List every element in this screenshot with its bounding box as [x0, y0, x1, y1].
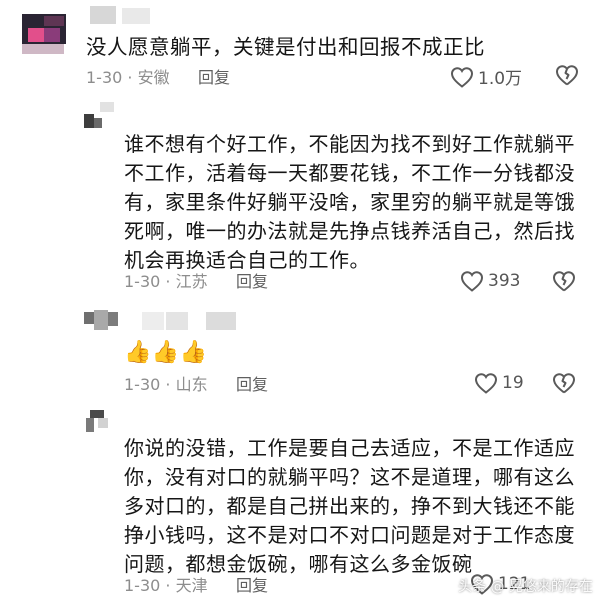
dislike-button[interactable] [555, 64, 579, 90]
reply-button[interactable]: 回复 [198, 68, 230, 88]
dislike-button[interactable] [552, 270, 576, 296]
reply-button[interactable]: 回复 [236, 272, 268, 292]
heart-icon [450, 66, 474, 88]
dislike-button[interactable] [552, 372, 576, 398]
comment-text: 没人愿意躺平，关键是付出和回报不成正比 [86, 35, 485, 59]
reply-button[interactable]: 回复 [236, 576, 268, 596]
broken-heart-icon [553, 373, 575, 394]
reply-button[interactable]: 回复 [236, 375, 268, 395]
like-button[interactable]: 1.0万 [450, 64, 522, 89]
comment-text: 👍👍👍 [124, 340, 208, 365]
like-button[interactable]: 19 [474, 372, 524, 394]
avatar[interactable] [0, 0, 150, 60]
comment-meta: 1-30 · 山东 [124, 375, 208, 394]
comment-meta: 1-30 · 安徽 [86, 68, 170, 87]
heart-icon [460, 271, 484, 292]
avatar[interactable] [80, 406, 120, 440]
comment-text: 你说的没错，工作是要自己去适应，不是工作适应你，没有对口的就躺平吗？这不是道理，… [124, 436, 575, 576]
comment-meta: 1-30 · 天津 [124, 576, 208, 595]
broken-heart-icon [556, 65, 578, 86]
like-count: 19 [502, 373, 524, 393]
comment-text: 谁不想有个好工作，不能因为找不到好工作就躺平不工作，活着每一天都要花钱，不工作一… [124, 132, 575, 272]
comment-meta: 1-30 · 江苏 [124, 272, 208, 291]
broken-heart-icon [553, 271, 575, 292]
like-count: 1.0万 [478, 69, 523, 89]
avatar[interactable] [80, 306, 250, 340]
heart-icon [474, 373, 498, 394]
like-count: 393 [488, 271, 521, 291]
watermark: 头条 @ 晃悠来的存在 [458, 579, 593, 595]
like-button[interactable]: 393 [460, 270, 520, 292]
